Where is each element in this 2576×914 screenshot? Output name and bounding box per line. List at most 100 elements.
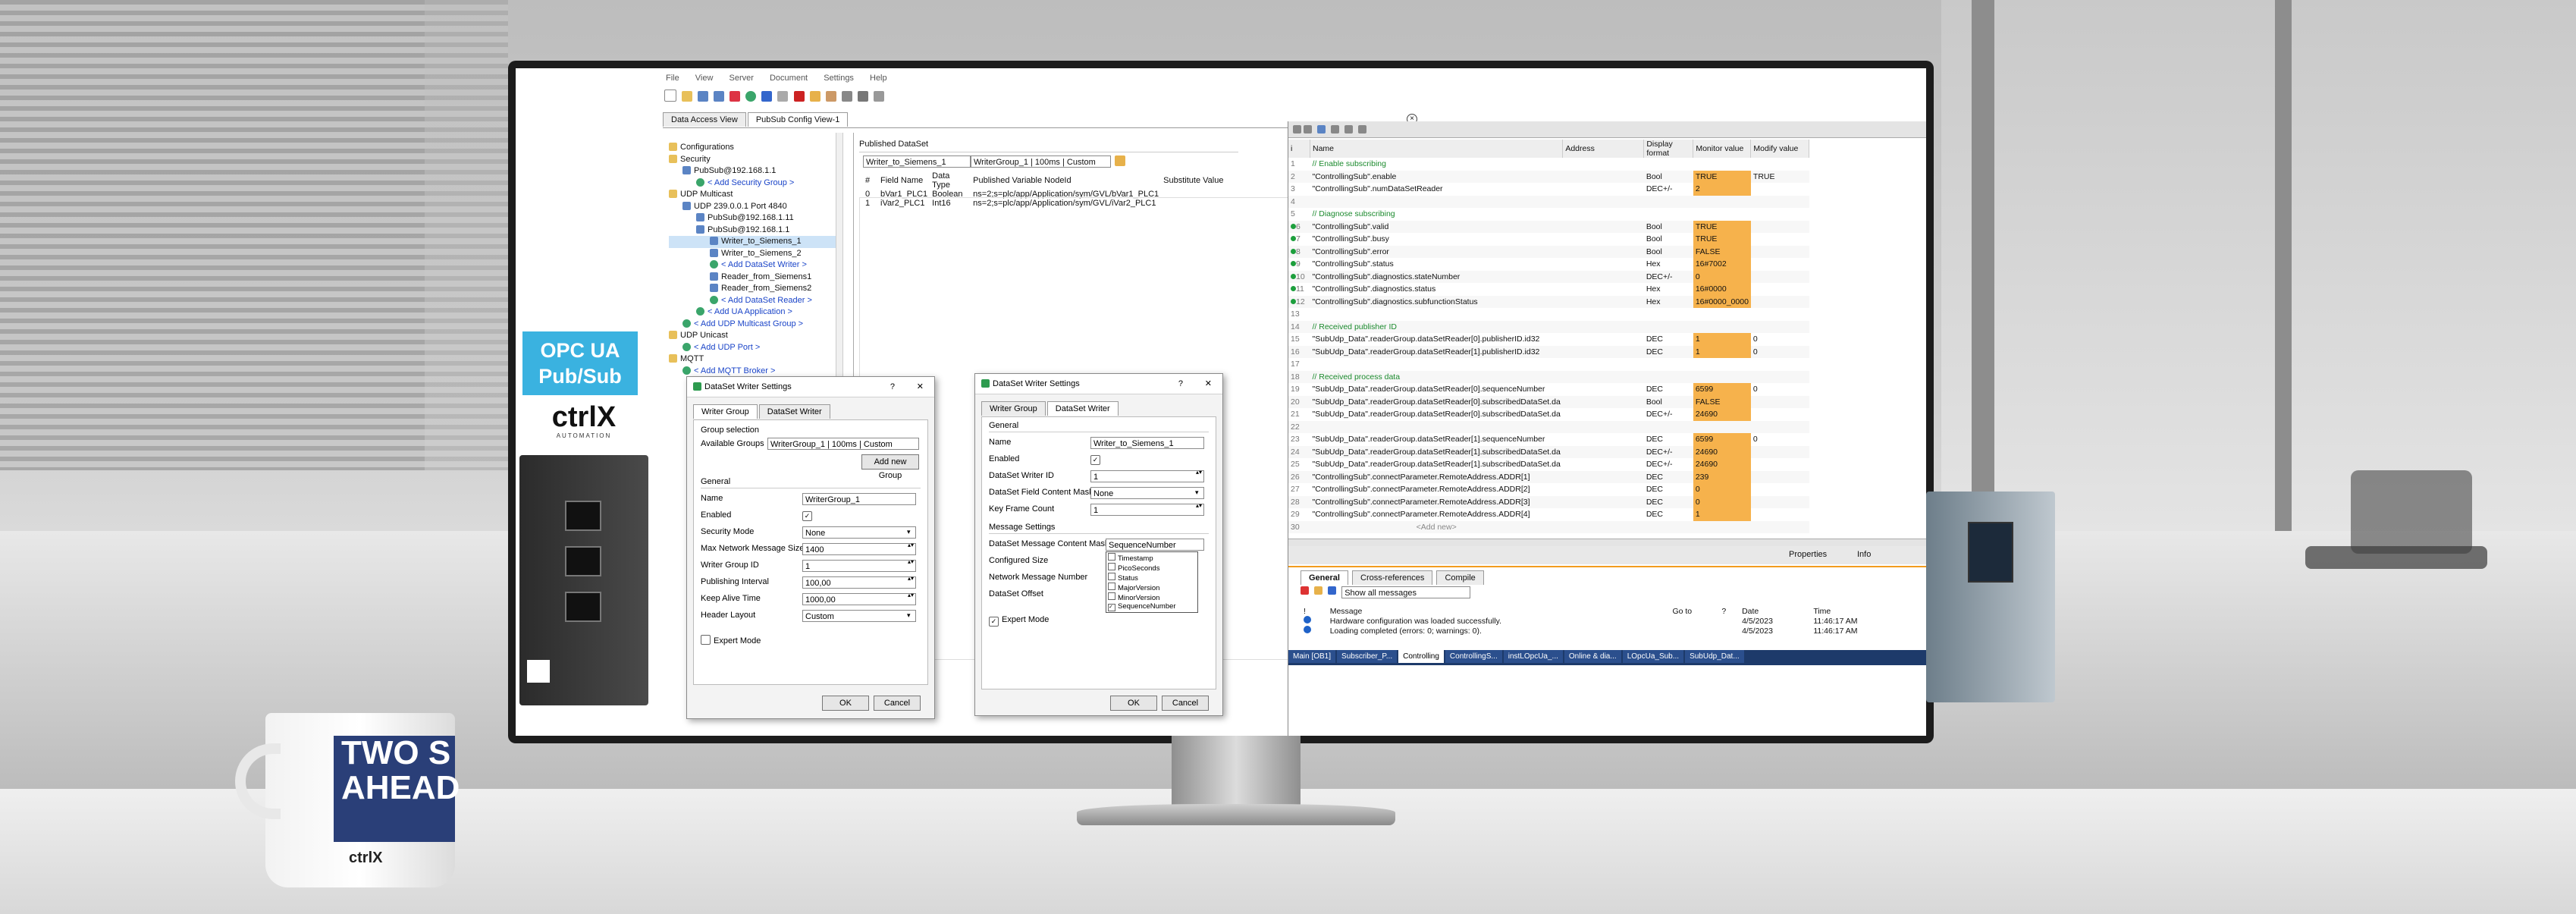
modify-icon[interactable] — [1304, 125, 1313, 133]
address-cell[interactable] — [1563, 283, 1644, 296]
tree-item[interactable]: < Add UDP Multicast Group > — [669, 319, 836, 331]
address-cell[interactable] — [1563, 446, 1644, 459]
name-cell[interactable]: "SubUdp_Data".readerGroup.dataSetReader[… — [1310, 458, 1563, 471]
table-row[interactable]: 2 "ControllingSub".enable Bool TRUE TRUE — [1288, 170, 1809, 184]
name-cell[interactable]: "ControllingSub".connectParameter.Remote… — [1310, 496, 1563, 509]
modify-value-cell[interactable]: 0 — [1751, 383, 1809, 396]
modify-value-cell[interactable] — [1751, 396, 1809, 409]
glasses-icon[interactable] — [1331, 125, 1340, 133]
address-cell[interactable] — [1563, 521, 1644, 534]
tab-general[interactable]: General — [1301, 570, 1348, 585]
address-cell[interactable] — [1563, 483, 1644, 496]
format-cell[interactable]: DEC — [1644, 433, 1693, 446]
format-cell[interactable]: DEC — [1644, 508, 1693, 521]
table-row[interactable]: 22 — [1288, 420, 1809, 433]
help-icon[interactable]: ? — [1178, 374, 1183, 394]
table-row[interactable]: 7 "ControllingSub".busy Bool TRUE — [1288, 233, 1809, 246]
address-cell[interactable] — [1563, 233, 1644, 246]
tree-item[interactable]: Configurations — [669, 142, 836, 154]
modify-value-cell[interactable]: 0 — [1751, 433, 1809, 446]
tree-item[interactable]: Reader_from_Siemens2 — [669, 283, 836, 295]
editor-tab[interactable]: ControllingS... — [1445, 650, 1502, 663]
address-cell[interactable] — [1563, 196, 1644, 209]
address-cell[interactable] — [1563, 171, 1644, 184]
select-field[interactable]: None — [1090, 487, 1204, 499]
format-cell[interactable]: DEC+/- — [1644, 408, 1693, 421]
spin-field[interactable]: 1 — [1090, 504, 1204, 516]
address-cell[interactable] — [1563, 308, 1644, 321]
tree-item[interactable]: UDP Multicast — [669, 189, 836, 201]
cancel-button[interactable]: Cancel — [874, 696, 921, 711]
spin-field[interactable]: 1400 — [802, 543, 916, 555]
warning-filter-icon[interactable] — [1314, 586, 1323, 595]
format-cell[interactable]: Hex — [1644, 283, 1693, 296]
column-header[interactable]: Monitor value — [1693, 140, 1752, 158]
format-cell[interactable]: DEC — [1644, 346, 1693, 359]
column-header[interactable]: Modify value — [1750, 140, 1810, 158]
close-icon[interactable]: ✕ — [1205, 374, 1212, 394]
expert-mode-checkbox[interactable]: ✓ Expert Mode — [989, 615, 1049, 627]
name-cell[interactable]: "ControllingSub".diagnostics.status — [1310, 283, 1563, 296]
address-cell[interactable] — [1563, 371, 1644, 384]
editor-tab[interactable]: LOpcUa_Sub... — [1622, 650, 1684, 663]
modify-value-cell[interactable] — [1751, 496, 1809, 509]
column-header[interactable]: Date — [1739, 607, 1810, 616]
tree-item[interactable]: MQTT — [669, 353, 836, 366]
name-cell[interactable]: "SubUdp_Data".readerGroup.dataSetReader[… — [1310, 333, 1563, 346]
tree-item[interactable]: Writer_to_Siemens_2 — [669, 248, 836, 260]
menu-server[interactable]: Server — [730, 74, 754, 83]
address-cell[interactable] — [1563, 246, 1644, 259]
chevron-down-icon[interactable]: ▾ — [1195, 486, 1199, 499]
modify-value-cell[interactable] — [1751, 196, 1809, 209]
checkbox-icon[interactable] — [1108, 563, 1115, 570]
spinner-icon[interactable]: ▴▾ — [908, 559, 914, 565]
address-cell[interactable] — [1563, 346, 1644, 359]
format-cell[interactable]: DEC+/- — [1644, 271, 1693, 284]
table-row[interactable]: 12 "ControllingSub".diagnostics.subfuncti… — [1288, 295, 1809, 308]
modify-value-cell[interactable] — [1751, 371, 1809, 384]
force-icon[interactable] — [1344, 125, 1354, 133]
format-cell[interactable] — [1644, 208, 1693, 221]
horizontal-scrollbar[interactable] — [1288, 539, 1926, 546]
tab-data-access-view[interactable]: Data Access View — [663, 112, 746, 127]
tree-item[interactable]: Writer_to_Siemens_1 — [669, 236, 836, 248]
cut-icon[interactable] — [857, 91, 868, 102]
goto-cell[interactable] — [1669, 616, 1718, 626]
table-row[interactable]: 9 "ControllingSub".status Hex 16#7002 — [1288, 258, 1809, 271]
address-cell[interactable] — [1563, 496, 1644, 509]
checkbox-icon[interactable] — [1108, 573, 1115, 580]
table-row[interactable]: 30 <Add new> — [1288, 520, 1809, 534]
error-filter-icon[interactable] — [1301, 586, 1309, 595]
help-icon[interactable]: ? — [890, 377, 895, 397]
stop-icon[interactable] — [730, 91, 741, 102]
address-cell[interactable] — [1563, 383, 1644, 396]
format-cell[interactable]: DEC — [1644, 496, 1693, 509]
tree-item[interactable]: < Add UDP Port > — [669, 342, 836, 354]
delete-icon[interactable] — [793, 91, 805, 102]
format-cell[interactable]: DEC — [1644, 383, 1693, 396]
modify-value-cell[interactable] — [1751, 246, 1809, 259]
checkbox-icon[interactable] — [1108, 583, 1115, 590]
modify-value-cell[interactable]: 0 — [1751, 333, 1809, 346]
editor-tab[interactable]: Online & dia... — [1564, 650, 1621, 663]
checkbox-icon[interactable]: ✓ — [989, 617, 999, 627]
menu-settings[interactable]: Settings — [824, 74, 854, 83]
address-cell[interactable] — [1563, 396, 1644, 409]
tree-item[interactable]: UDP Unicast — [669, 330, 836, 342]
name-cell[interactable] — [1310, 308, 1563, 321]
window-icon[interactable] — [873, 91, 884, 102]
table-row[interactable]: 15 "SubUdp_Data".readerGroup.dataSetReade… — [1288, 333, 1809, 346]
refresh-icon[interactable] — [777, 91, 789, 102]
tree-item[interactable]: PubSub@192.168.1.1 — [669, 165, 836, 177]
tree-item[interactable]: < Add MQTT Broker > — [669, 366, 836, 378]
table-row[interactable]: 4 — [1288, 195, 1809, 209]
select-field[interactable]: None — [802, 526, 916, 539]
close-icon[interactable]: ✕ — [917, 377, 924, 397]
tree-item[interactable]: UDP 239.0.0.1 Port 4840 — [669, 201, 836, 213]
tree-item[interactable]: < Add Security Group > — [669, 177, 836, 190]
column-header[interactable]: Time — [1810, 607, 1907, 616]
tree-item[interactable]: < Add DataSet Reader > — [669, 295, 836, 307]
goto-cell[interactable] — [1669, 626, 1718, 636]
modify-value-cell[interactable] — [1751, 321, 1809, 334]
format-cell[interactable]: DEC+/- — [1644, 458, 1693, 471]
